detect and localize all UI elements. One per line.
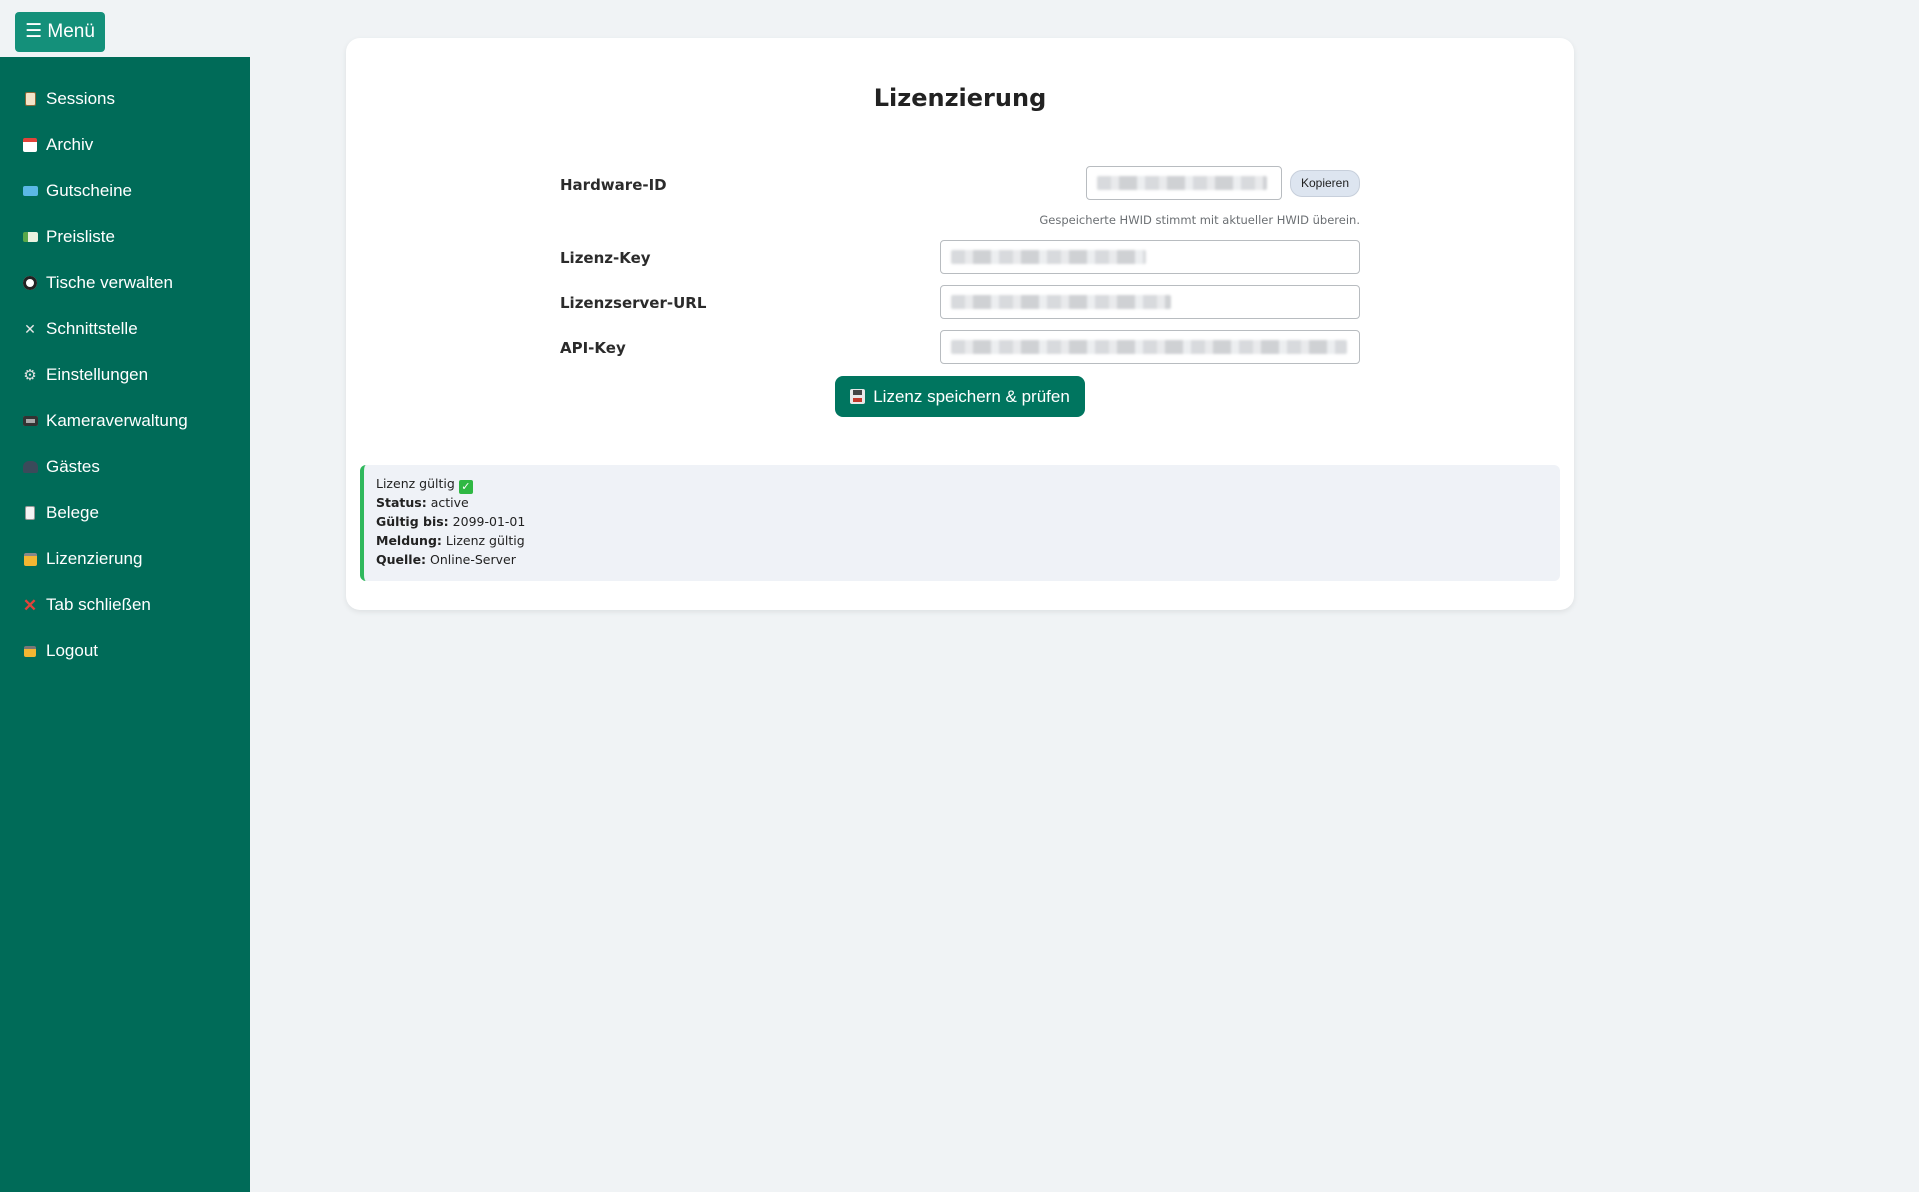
- camera-icon: [21, 413, 39, 429]
- status-headline: Lizenz gültig: [376, 476, 455, 491]
- lock-with-key-icon: [21, 551, 39, 567]
- sidebar-item-label: Schnittstelle: [46, 319, 138, 338]
- sidebar-item-label: Gutscheine: [46, 181, 132, 200]
- sidebar-item-tab-schliessen[interactable]: ✕ Tab schließen: [0, 582, 250, 628]
- sidebar-item-label: Lizenzierung: [46, 549, 143, 568]
- clipboard-icon: [21, 91, 39, 107]
- sidebar-item-schnittstelle[interactable]: ✕ Schnittstelle: [0, 306, 250, 352]
- license-status-box: Lizenz gültig ✓ Status: active Gültig bis…: [360, 465, 1560, 581]
- sidebar-item-label: Belege: [46, 503, 99, 522]
- price-card-icon: [21, 229, 39, 245]
- check-mark-icon: ✓: [458, 480, 473, 494]
- redacted-value: [951, 294, 1171, 309]
- sidebar-item-lizenzierung[interactable]: Lizenzierung: [0, 536, 250, 582]
- redacted-value: [951, 339, 1347, 354]
- sidebar-item-belege[interactable]: Belege: [0, 490, 250, 536]
- sidebar-item-tische-verwalten[interactable]: Tische verwalten: [0, 260, 250, 306]
- sidebar-item-preisliste[interactable]: Preisliste: [0, 214, 250, 260]
- sidebar-item-label: Tab schließen: [46, 595, 151, 614]
- status-headline-row: Lizenz gültig ✓: [376, 474, 1548, 494]
- status-row: Status: active: [376, 493, 1548, 512]
- message-label: Meldung:: [376, 533, 442, 548]
- gear-icon: ⚙: [23, 366, 37, 384]
- sidebar-item-sessions[interactable]: Sessions: [0, 76, 250, 122]
- sidebar-item-label: Sessions: [46, 89, 115, 108]
- users-icon: [21, 459, 39, 475]
- license-key-label: Lizenz-Key: [560, 249, 651, 267]
- sidebar-item-label: Archiv: [46, 135, 94, 154]
- hwid-match-hint: Gespeicherte HWID stimmt mit aktueller H…: [1039, 213, 1360, 227]
- receipt-icon: [21, 505, 39, 521]
- sidebar-item-label: Gästes: [46, 457, 100, 476]
- source-value: Online-Server: [430, 552, 516, 567]
- sidebar-item-label: Einstellungen: [46, 365, 149, 384]
- billiard-ball-icon: [21, 275, 39, 291]
- sidebar-item-logout[interactable]: Logout: [0, 628, 250, 674]
- server-url-field[interactable]: [940, 285, 1360, 319]
- ticket-icon: [21, 183, 39, 199]
- sidebar-item-label: Logout: [46, 641, 98, 660]
- valid-until-value: 2099-01-01: [452, 514, 526, 529]
- hardware-id-field[interactable]: [1086, 166, 1282, 200]
- sidebar-item-label: Tische verwalten: [46, 273, 173, 292]
- sidebar-item-archiv[interactable]: Archiv: [0, 122, 250, 168]
- valid-until-label: Gültig bis:: [376, 514, 449, 529]
- copy-hwid-button[interactable]: Kopieren: [1290, 170, 1360, 197]
- license-card: Lizenzierung Hardware-ID Kopieren Gespei…: [346, 38, 1574, 610]
- save-license-label: Lizenz speichern & prüfen: [873, 386, 1070, 406]
- api-key-field[interactable]: [940, 330, 1360, 364]
- tools-icon: ✕: [24, 321, 36, 337]
- sidebar-item-label: Preisliste: [46, 227, 115, 246]
- source-label: Quelle:: [376, 552, 427, 567]
- server-url-label: Lizenzserver-URL: [560, 294, 707, 312]
- page-title: Lizenzierung: [873, 84, 1047, 112]
- save-license-button[interactable]: Lizenz speichern & prüfen: [835, 376, 1085, 417]
- message-value: Lizenz gültig: [445, 533, 525, 548]
- hardware-id-label: Hardware-ID: [560, 176, 667, 194]
- menu-button[interactable]: ☰ Menü: [15, 12, 105, 52]
- sidebar-item-gutscheine[interactable]: Gutscheine: [0, 168, 250, 214]
- sidebar-item-label: Kameraverwaltung: [46, 411, 188, 430]
- sidebar-item-kameraverwaltung[interactable]: Kameraverwaltung: [0, 398, 250, 444]
- api-key-label: API-Key: [560, 339, 626, 357]
- source-row: Quelle: Online-Server: [376, 550, 1548, 569]
- redacted-value: [1097, 175, 1267, 190]
- lock-icon: [21, 643, 39, 659]
- status-label: Status:: [376, 495, 427, 510]
- redacted-value: [951, 249, 1146, 264]
- sidebar-item-einstellungen[interactable]: ⚙ Einstellungen: [0, 352, 250, 398]
- status-value: active: [430, 495, 469, 510]
- valid-until-row: Gültig bis: 2099-01-01: [376, 512, 1548, 531]
- message-row: Meldung: Lizenz gültig: [376, 531, 1548, 550]
- calendar-icon: [21, 137, 39, 153]
- cross-mark-icon: ✕: [22, 595, 38, 615]
- license-key-field[interactable]: [940, 240, 1360, 274]
- sidebar-item-gaeste[interactable]: Gästes: [0, 444, 250, 490]
- sidebar: Sessions Archiv Gutscheine Preisliste Ti…: [0, 57, 250, 1192]
- floppy-disk-icon: [850, 389, 866, 404]
